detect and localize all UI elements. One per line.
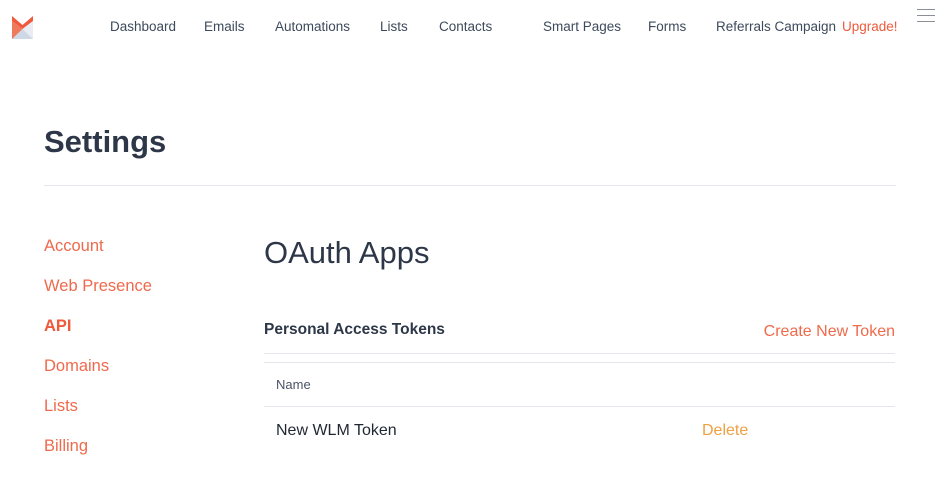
nav-item-emails[interactable]: Emails	[204, 19, 245, 34]
nav-item-smart-pages[interactable]: Smart Pages	[543, 19, 621, 34]
table-header-border	[264, 406, 895, 407]
token-name: New WLM Token	[276, 422, 397, 439]
nav-item-lists[interactable]: Lists	[380, 19, 408, 34]
nav-item-referrals-campaign[interactable]: Referrals Campaign	[716, 19, 836, 34]
nav-item-forms[interactable]: Forms	[648, 19, 686, 34]
delete-token-button[interactable]: Delete	[702, 422, 748, 440]
sidebar-item-web-presence[interactable]: Web Presence	[44, 277, 152, 296]
table-top-border	[264, 362, 895, 363]
upgrade-link[interactable]: Upgrade!	[842, 19, 898, 34]
page-title: Settings	[44, 124, 167, 159]
divider	[264, 353, 895, 354]
nav-item-dashboard[interactable]: Dashboard	[110, 19, 176, 34]
sidebar-item-billing[interactable]: Billing	[44, 437, 88, 456]
personal-access-tokens-heading: Personal Access Tokens	[264, 321, 445, 338]
create-new-token-button[interactable]: Create New Token	[764, 323, 895, 341]
hamburger-menu-icon[interactable]	[917, 9, 935, 23]
section-title: OAuth Apps	[264, 235, 430, 270]
sidebar-item-api[interactable]: API	[44, 317, 72, 336]
sidebar-item-domains[interactable]: Domains	[44, 357, 109, 376]
sidebar-item-lists[interactable]: Lists	[44, 397, 78, 416]
nav-item-contacts[interactable]: Contacts	[439, 19, 492, 34]
nav-item-automations[interactable]: Automations	[275, 19, 350, 34]
sidebar-item-account[interactable]: Account	[44, 237, 104, 256]
column-header-name: Name	[276, 377, 311, 392]
top-navigation: Dashboard Emails Automations Lists Conta…	[0, 0, 946, 56]
title-divider	[44, 185, 896, 186]
